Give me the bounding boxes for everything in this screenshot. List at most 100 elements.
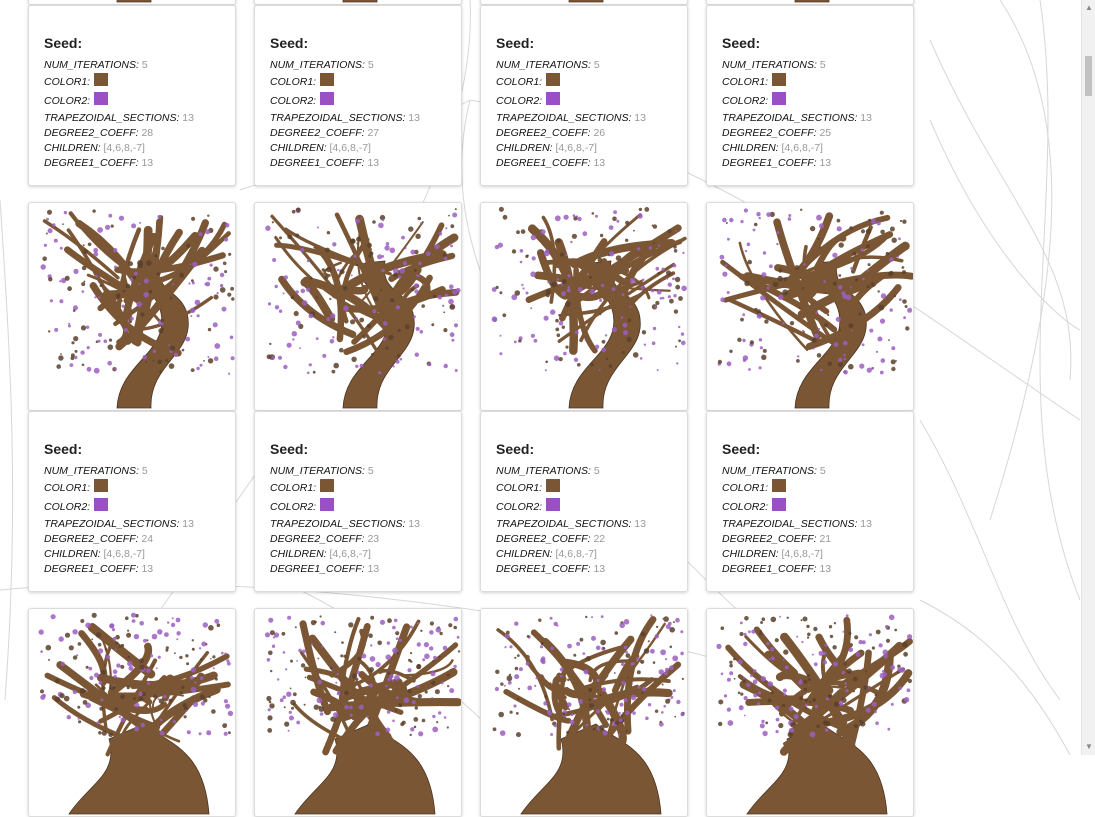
tree-params-card: Seed: NUM_ITERATIONS: 5 COLOR1: COLOR2: TR…	[28, 411, 236, 592]
degree1-coeff-row-value: 13	[819, 157, 832, 169]
trapezoidal-sections-row-value: 13	[408, 112, 420, 124]
color2-row: COLOR2:	[722, 92, 913, 111]
num-iterations-row-key: NUM_ITERATIONS:	[270, 465, 365, 477]
num-iterations-row-key: NUM_ITERATIONS:	[722, 465, 817, 477]
tree-render-image	[717, 208, 913, 409]
children-row-key: CHILDREN:	[270, 142, 327, 154]
degree2-coeff-row-key: DEGREE2_COEFF:	[270, 127, 365, 139]
results-grid: Seed: NUM_ITERATIONS: 5 COLOR1: COLOR2: TR…	[0, 0, 1080, 817]
trapezoidal-sections-row-key: TRAPEZOIDAL_SECTIONS:	[270, 518, 406, 530]
children-row-value: [4,6,8,-7]	[781, 548, 823, 560]
children-row: CHILDREN: [4,6,8,-7]	[270, 141, 461, 156]
color1-row-swatch	[94, 73, 109, 86]
vertical-scrollbar[interactable]: ▲ ▼	[1081, 0, 1095, 755]
tree-render-image	[265, 207, 461, 409]
scroll-up-arrow-icon[interactable]: ▲	[1085, 4, 1093, 12]
num-iterations-row: NUM_ITERATIONS: 5	[496, 58, 687, 73]
color2-row: COLOR2:	[496, 498, 687, 517]
degree1-coeff-row-key: DEGREE1_COEFF:	[270, 157, 365, 169]
tree-image-card[interactable]	[480, 608, 688, 817]
num-iterations-row: NUM_ITERATIONS: 5	[44, 58, 235, 73]
num-iterations-row-value: 5	[141, 59, 148, 71]
seed-label: Seed:	[722, 35, 761, 51]
tree-image-card[interactable]	[28, 202, 236, 411]
tree-params-card: Seed: NUM_ITERATIONS: 5 COLOR1: COLOR2: TR…	[28, 5, 236, 186]
color2-row: COLOR2:	[44, 498, 235, 517]
trapezoidal-sections-row-key: TRAPEZOIDAL_SECTIONS:	[722, 518, 858, 530]
num-iterations-row-value: 5	[819, 465, 826, 477]
degree2-coeff-row-value: 23	[367, 533, 380, 545]
children-row: CHILDREN: [4,6,8,-7]	[270, 547, 461, 562]
color1-row-swatch	[320, 479, 335, 492]
trapezoidal-sections-row-value: 13	[408, 518, 420, 530]
children-row-key: CHILDREN:	[496, 548, 553, 560]
scrollbar-thumb[interactable]	[1085, 56, 1092, 96]
color2-row-swatch	[772, 92, 787, 105]
degree2-coeff-row-value: 28	[141, 127, 154, 139]
num-iterations-row-key: NUM_ITERATIONS:	[270, 59, 365, 71]
seed-label: Seed:	[496, 441, 535, 457]
children-row: CHILDREN: [4,6,8,-7]	[722, 547, 913, 562]
color1-row-key: COLOR1:	[496, 76, 543, 88]
degree1-coeff-row-value: 13	[593, 563, 606, 575]
tree-image-card[interactable]	[706, 202, 914, 411]
trapezoidal-sections-row-value: 13	[182, 112, 194, 124]
seed-label: Seed:	[270, 35, 309, 51]
color2-row-swatch	[94, 498, 109, 511]
degree1-coeff-row: DEGREE1_COEFF: 13	[270, 562, 461, 577]
tree-image-card[interactable]	[254, 608, 462, 817]
color1-row: COLOR1:	[496, 73, 687, 92]
degree1-coeff-row-key: DEGREE1_COEFF:	[722, 157, 817, 169]
degree1-coeff-row: DEGREE1_COEFF: 13	[722, 156, 913, 171]
degree1-coeff-row-key: DEGREE1_COEFF:	[270, 563, 365, 575]
num-iterations-row-key: NUM_ITERATIONS:	[44, 59, 139, 71]
tree-image-card[interactable]	[480, 202, 688, 411]
color2-row-key: COLOR2:	[270, 95, 317, 107]
children-row-key: CHILDREN:	[722, 142, 779, 154]
color1-row-key: COLOR1:	[270, 482, 317, 494]
trapezoidal-sections-row-key: TRAPEZOIDAL_SECTIONS:	[496, 112, 632, 124]
trapezoidal-sections-row: TRAPEZOIDAL_SECTIONS: 13	[496, 111, 687, 126]
children-row: CHILDREN: [4,6,8,-7]	[44, 141, 235, 156]
tree-image-card[interactable]	[28, 608, 236, 817]
seed-label: Seed:	[496, 35, 535, 51]
num-iterations-row: NUM_ITERATIONS: 5	[270, 464, 461, 479]
color2-row: COLOR2:	[496, 92, 687, 111]
color1-row-key: COLOR1:	[44, 76, 91, 88]
scroll-down-arrow-icon[interactable]: ▼	[1085, 743, 1093, 751]
num-iterations-row-value: 5	[593, 465, 600, 477]
children-row: CHILDREN: [4,6,8,-7]	[44, 547, 235, 562]
degree2-coeff-row-key: DEGREE2_COEFF:	[270, 533, 365, 545]
tree-params-card: Seed: NUM_ITERATIONS: 5 COLOR1: COLOR2: TR…	[480, 411, 688, 592]
color2-row: COLOR2:	[270, 498, 461, 517]
color1-row-key: COLOR1:	[722, 76, 769, 88]
tree-render-image	[492, 614, 685, 815]
degree1-coeff-row-key: DEGREE1_COEFF:	[44, 157, 139, 169]
seed-label: Seed:	[722, 441, 761, 457]
degree1-coeff-row: DEGREE1_COEFF: 13	[496, 562, 687, 577]
children-row-key: CHILDREN:	[44, 142, 101, 154]
trapezoidal-sections-row-value: 13	[860, 518, 872, 530]
tree-render-image	[40, 209, 235, 409]
tree-image-card[interactable]	[706, 608, 914, 817]
num-iterations-row: NUM_ITERATIONS: 5	[270, 58, 461, 73]
degree2-coeff-row-value: 24	[141, 533, 154, 545]
color2-row: COLOR2:	[722, 498, 913, 517]
seed-label: Seed:	[44, 35, 83, 51]
trapezoidal-sections-row-value: 13	[182, 518, 194, 530]
color2-row-key: COLOR2:	[722, 95, 769, 107]
num-iterations-row-value: 5	[593, 59, 600, 71]
color2-row-key: COLOR2:	[496, 501, 543, 513]
color1-row-key: COLOR1:	[270, 76, 317, 88]
degree1-coeff-row-value: 13	[593, 157, 606, 169]
children-row-key: CHILDREN:	[44, 548, 101, 560]
trapezoidal-sections-row-key: TRAPEZOIDAL_SECTIONS:	[496, 518, 632, 530]
degree1-coeff-row: DEGREE1_COEFF: 13	[722, 562, 913, 577]
num-iterations-row-value: 5	[141, 465, 148, 477]
degree2-coeff-row-value: 26	[593, 127, 606, 139]
color1-row: COLOR1:	[44, 479, 235, 498]
tree-image-card[interactable]	[254, 202, 462, 411]
tree-render-image	[264, 615, 461, 815]
num-iterations-row-value: 5	[367, 59, 374, 71]
color2-row-key: COLOR2:	[44, 95, 91, 107]
